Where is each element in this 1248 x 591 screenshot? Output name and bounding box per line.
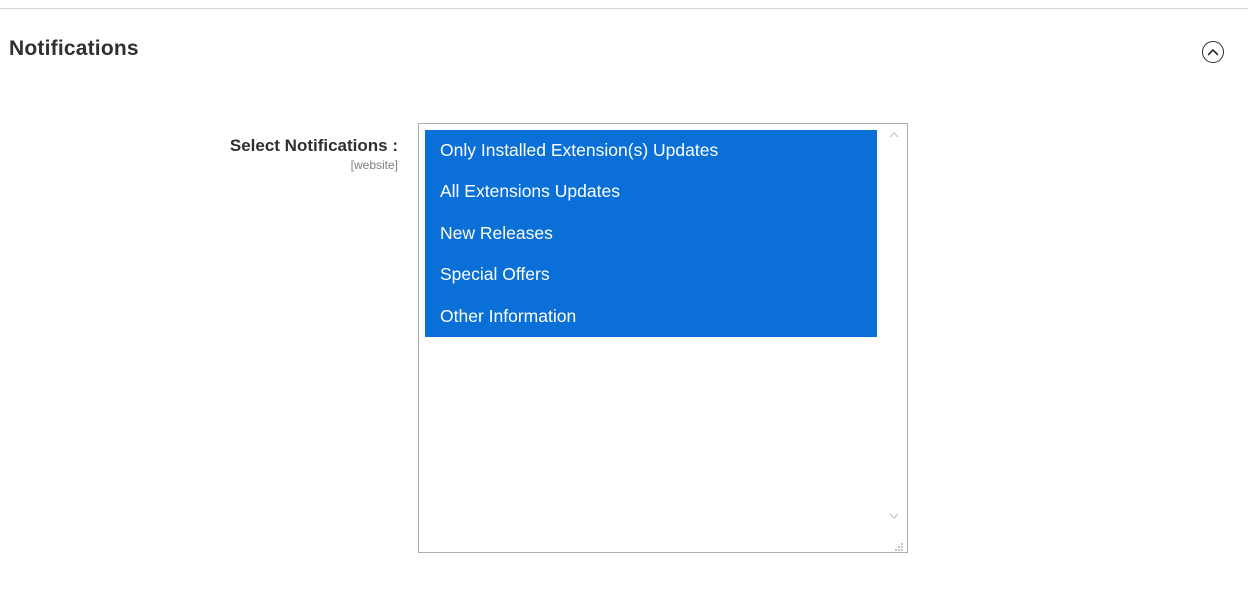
field-label: Select Notifications : [website]	[230, 136, 398, 172]
scroll-up-icon[interactable]	[887, 128, 901, 142]
option-installed-extensions-updates[interactable]: Only Installed Extension(s) Updates	[425, 130, 877, 172]
scrollbar[interactable]	[883, 124, 907, 552]
resize-grip-icon[interactable]	[894, 539, 904, 551]
section-title[interactable]: Notifications	[9, 37, 139, 61]
top-divider	[0, 8, 1248, 9]
notifications-multiselect[interactable]: Only Installed Extension(s) Updates All …	[418, 123, 908, 553]
option-special-offers[interactable]: Special Offers	[425, 254, 877, 296]
chevron-up-icon	[1207, 49, 1219, 56]
option-new-releases[interactable]: New Releases	[425, 212, 877, 255]
options-list: Only Installed Extension(s) Updates All …	[425, 130, 877, 337]
option-all-extensions-updates[interactable]: All Extensions Updates	[425, 171, 877, 213]
option-other-information[interactable]: Other Information	[425, 295, 877, 337]
select-notifications-label: Select Notifications :	[229, 136, 398, 155]
scope-label: [website]	[350, 158, 398, 172]
collapse-toggle-button[interactable]	[1202, 41, 1224, 63]
scroll-down-icon[interactable]	[887, 509, 901, 523]
